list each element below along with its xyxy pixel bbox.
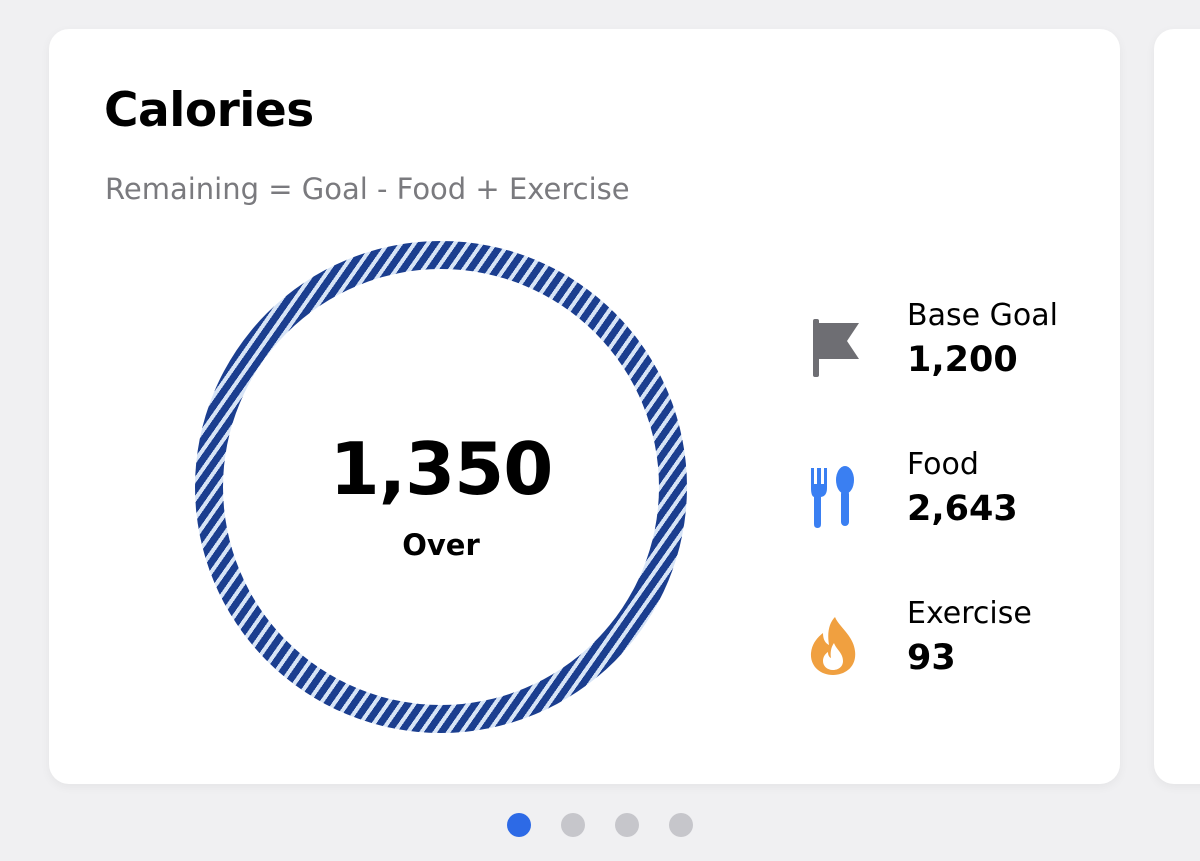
food-label: Food bbox=[907, 447, 979, 482]
card-title: Calories bbox=[104, 83, 314, 138]
calories-card[interactable]: Calories Remaining = Goal - Food + Exerc… bbox=[49, 29, 1120, 784]
calorie-ring-value: 1,350 bbox=[329, 427, 554, 511]
page-dot-2[interactable] bbox=[561, 813, 585, 837]
exercise-label: Exercise bbox=[907, 596, 1032, 631]
card-subtitle: Remaining = Goal - Food + Exercise bbox=[105, 172, 630, 206]
stat-base-goal: Base Goal 1,200 bbox=[799, 301, 1099, 391]
page-indicator[interactable] bbox=[0, 813, 1200, 839]
exercise-value: 93 bbox=[907, 638, 956, 678]
page-dot-3[interactable] bbox=[615, 813, 639, 837]
flame-icon bbox=[805, 613, 861, 677]
calorie-ring: 1,350 Over bbox=[195, 241, 687, 733]
base-goal-label: Base Goal bbox=[907, 298, 1058, 333]
next-card-peek[interactable] bbox=[1154, 29, 1200, 784]
stat-exercise: Exercise 93 bbox=[799, 599, 1099, 689]
calorie-ring-label: Over bbox=[402, 528, 480, 562]
page-dot-1[interactable] bbox=[507, 813, 531, 837]
flag-icon bbox=[805, 315, 861, 379]
food-value: 2,643 bbox=[907, 489, 1018, 529]
base-goal-value: 1,200 bbox=[907, 340, 1018, 380]
fork-spoon-icon bbox=[805, 464, 861, 528]
stat-food: Food 2,643 bbox=[799, 450, 1099, 540]
page-dot-4[interactable] bbox=[669, 813, 693, 837]
